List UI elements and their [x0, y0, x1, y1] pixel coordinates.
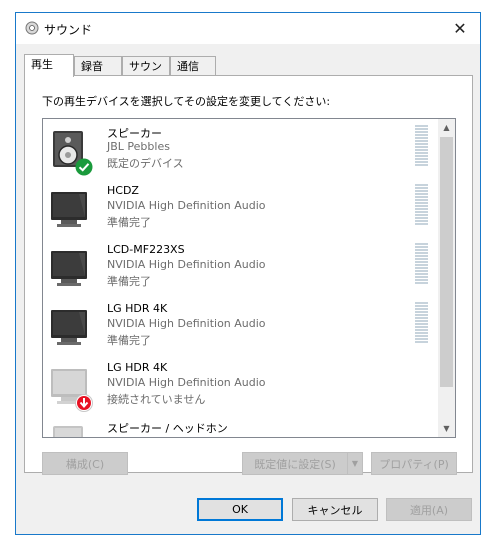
configure-button[interactable]: 構成(C)	[42, 452, 128, 475]
monitor-icon	[51, 310, 87, 345]
speaker-icon	[53, 426, 83, 437]
device-status: 準備完了	[107, 334, 151, 347]
device-status: 接続されていません	[107, 393, 206, 406]
close-icon: ✕	[453, 19, 467, 38]
tab-label: 再生	[31, 58, 53, 71]
device-status: 既定のデバイス	[107, 157, 184, 170]
volume-meter	[415, 125, 428, 167]
instruction-text: 下の再生デバイスを選択してその設定を変更してください:	[42, 95, 331, 108]
device-item-lcd-mf223xs[interactable]: LCD-MF223XS NVIDIA High Definition Audio…	[43, 237, 440, 296]
sound-dialog: サウンド ✕ 再生 録音 サウンド 通信 下の再生デバイスを選択してその設定を変…	[15, 12, 481, 535]
device-driver: NVIDIA High Definition Audio	[107, 199, 266, 212]
close-button[interactable]: ✕	[440, 13, 480, 44]
apply-label: 適用(A)	[409, 503, 449, 517]
cancel-button[interactable]: キャンセル	[292, 498, 378, 521]
device-driver: NVIDIA High Definition Audio	[107, 376, 266, 389]
scroll-down-button[interactable]: ▼	[438, 420, 455, 437]
set-default-button[interactable]: 既定値に設定(S)	[242, 452, 348, 475]
device-item-lg-hdr-4k-disconnected[interactable]: LG HDR 4K NVIDIA High Definition Audio 接…	[43, 355, 440, 414]
title-bar: サウンド ✕	[16, 13, 480, 44]
device-name: スピーカー / ヘッドホン	[107, 422, 228, 435]
volume-meter	[415, 243, 428, 285]
tab-sounds[interactable]: サウンド	[122, 56, 170, 92]
device-list[interactable]: スピーカー JBL Pebbles 既定のデバイス HCDZ NVIDIA Hi…	[42, 118, 456, 438]
device-driver: NVIDIA High Definition Audio	[107, 258, 266, 271]
window-title: サウンド	[44, 23, 93, 37]
set-default-dropdown-button[interactable]: ▼	[347, 452, 363, 475]
volume-meter	[415, 184, 428, 226]
monitor-icon	[51, 251, 87, 286]
scroll-up-button[interactable]: ▲	[438, 119, 455, 136]
disconnected-arrow-icon	[75, 394, 93, 412]
tab-recording[interactable]: 録音	[74, 56, 122, 76]
device-name: スピーカー	[107, 127, 162, 140]
ok-button[interactable]: OK	[197, 498, 283, 521]
tab-label: 録音	[81, 60, 103, 73]
volume-meter	[415, 302, 428, 344]
tab-label: 通信	[177, 60, 199, 73]
ok-label: OK	[232, 503, 248, 516]
chevron-up-icon: ▲	[443, 123, 450, 132]
set-default-label: 既定値に設定(S)	[254, 457, 336, 471]
device-item-lg-hdr-4k[interactable]: LG HDR 4K NVIDIA High Definition Audio 準…	[43, 296, 440, 355]
chevron-down-icon: ▼	[443, 424, 450, 433]
list-scrollbar[interactable]: ▲ ▼	[438, 119, 455, 437]
playback-panel: 下の再生デバイスを選択してその設定を変更してください: スピーカー JBL Pe…	[24, 75, 473, 475]
device-name: HCDZ	[107, 184, 139, 197]
device-item-speaker-jbl[interactable]: スピーカー JBL Pebbles 既定のデバイス	[43, 119, 440, 178]
chevron-down-icon: ▼	[351, 459, 359, 468]
device-name: LG HDR 4K	[107, 361, 168, 374]
apply-button[interactable]: 適用(A)	[386, 498, 472, 521]
sound-app-icon	[25, 21, 39, 35]
monitor-icon	[51, 192, 87, 227]
cancel-label: キャンセル	[307, 503, 363, 517]
configure-label: 構成(C)	[65, 457, 105, 471]
device-driver: NVIDIA High Definition Audio	[107, 317, 266, 330]
properties-button[interactable]: プロパティ(P)	[371, 452, 457, 475]
device-item-hcdz[interactable]: HCDZ NVIDIA High Definition Audio 準備完了	[43, 178, 440, 237]
device-item-speaker-headphones[interactable]: スピーカー / ヘッドホン	[43, 414, 440, 437]
tab-playback[interactable]: 再生	[24, 54, 74, 77]
tab-communications[interactable]: 通信	[170, 56, 216, 76]
scroll-thumb[interactable]	[440, 137, 453, 387]
default-check-icon	[75, 158, 93, 176]
properties-label: プロパティ(P)	[379, 457, 449, 471]
device-status: 準備完了	[107, 275, 151, 288]
device-name: LG HDR 4K	[107, 302, 168, 315]
device-name: LCD-MF223XS	[107, 243, 185, 256]
device-status: 準備完了	[107, 216, 151, 229]
device-driver: JBL Pebbles	[107, 140, 170, 153]
